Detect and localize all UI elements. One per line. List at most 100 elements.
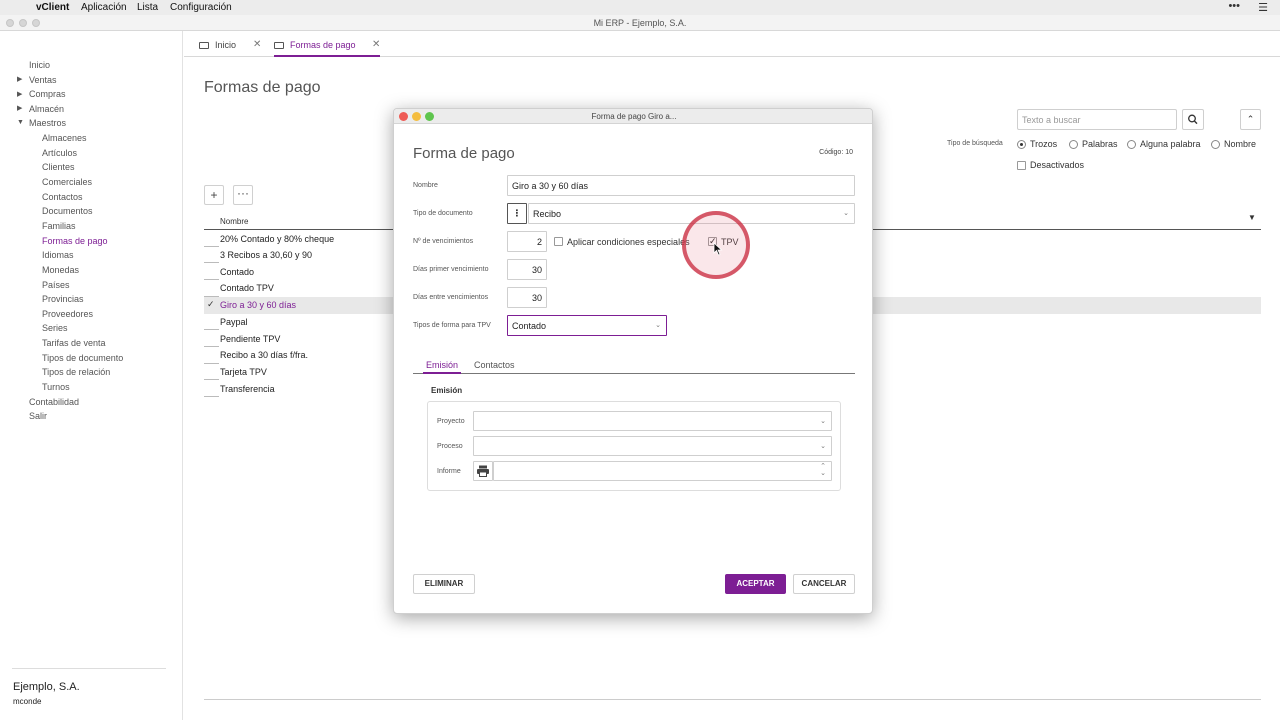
sort-icon[interactable]: ▼ [1248,213,1256,222]
nombre-field[interactable]: Giro a 30 y 60 días [507,175,855,196]
table-row-selected[interactable]: Giro a 30 y 60 días [220,300,296,310]
informe-select[interactable]: ⌃ ⌄ [493,461,832,481]
table-row[interactable]: Tarjeta TPV [220,367,267,377]
aceptar-button[interactable]: ACEPTAR [725,574,786,594]
aplicar-condiciones-checkbox[interactable] [554,237,563,246]
search-button[interactable] [1182,109,1204,130]
sidebar-item-contactos[interactable]: Contactos [42,192,83,202]
radio-alguna-palabra[interactable] [1127,140,1136,149]
user-name: mconde [13,697,42,706]
row-selector[interactable] [204,364,219,380]
tab-contactos[interactable]: Contactos [474,360,515,370]
more-options-button[interactable]: ··· [233,185,253,205]
row-selector[interactable] [204,263,219,280]
close-tab-icon[interactable]: ✕ [253,39,261,50]
menu-lista[interactable]: Lista [137,2,158,13]
sidebar-item-tarifas[interactable]: Tarifas de venta [42,338,106,348]
column-header-nombre[interactable]: Nombre [220,217,248,226]
print-button[interactable] [473,461,493,481]
row-selector[interactable] [204,314,219,330]
row-selector[interactable] [204,347,219,364]
sidebar-item-proveedores[interactable]: Proveedores [42,309,93,319]
close-tab-icon[interactable]: ✕ [372,39,380,50]
tipo-documento-label: Tipo de documento [413,210,473,217]
sidebar-item-series[interactable]: Series [42,323,68,333]
sidebar-item-documentos[interactable]: Documentos [42,206,93,216]
table-row[interactable]: Contado TPV [220,283,274,293]
sidebar-item-monedas[interactable]: Monedas [42,265,79,275]
table-row[interactable]: Pendiente TPV [220,334,280,344]
row-selector[interactable] [204,380,219,397]
sidebar-item-formas-de-pago[interactable]: Formas de pago [42,236,108,246]
sidebar-item-contabilidad[interactable]: Contabilidad [29,397,79,407]
sidebar-item-paises[interactable]: Países [42,280,70,290]
radio-label-palabras: Palabras [1082,139,1118,149]
tipos-forma-tpv-select[interactable]: Contado ⌄ [507,315,667,336]
proceso-select[interactable]: ⌄ [473,436,832,456]
sidebar-item-provincias[interactable]: Provincias [42,294,84,304]
sidebar-divider [12,668,166,669]
row-selector[interactable] [204,247,219,263]
dias-primer-vencimiento-field[interactable]: 30 [507,259,547,280]
sidebar-item-articulos[interactable]: Artículos [42,148,77,158]
sidebar-item-tipos-relacion[interactable]: Tipos de relación [42,367,110,377]
tab-inicio[interactable]: Inicio [199,40,236,50]
add-button[interactable]: + [204,185,224,205]
desactivados-checkbox[interactable] [1017,161,1026,170]
dialog-minimize-button[interactable] [412,112,421,121]
menu-configuracion[interactable]: Configuración [170,2,232,13]
proyecto-select[interactable]: ⌄ [473,411,832,431]
n-vencimientos-field[interactable]: 2 [507,231,547,252]
table-row[interactable]: Contado [220,267,254,277]
dialog-close-button[interactable] [399,112,408,121]
mouse-cursor-icon [713,242,723,256]
sidebar-item-almacenes[interactable]: Almacenes [42,133,87,143]
sidebar-item-tipos-documento[interactable]: Tipos de documento [42,353,123,363]
sidebar-item-turnos[interactable]: Turnos [42,382,70,392]
table-row[interactable]: Paypal [220,317,248,327]
radio-trozos[interactable] [1017,140,1026,149]
chevron-down-icon: ⌄ [843,210,849,217]
dias-entre-vencimientos-field[interactable]: 30 [507,287,547,308]
collapse-icon[interactable]: ▼ [17,119,24,126]
sidebar-item-idiomas[interactable]: Idiomas [42,250,74,260]
eliminar-button[interactable]: ELIMINAR [413,574,475,594]
zoom-window-button[interactable] [32,19,40,27]
sidebar-item-salir[interactable]: Salir [29,411,47,421]
cancelar-button[interactable]: CANCELAR [793,574,855,594]
row-selector[interactable] [204,230,219,247]
sidebar-item-maestros[interactable]: Maestros [29,118,66,128]
sidebar-item-compras[interactable]: Compras [29,89,66,99]
minimize-window-button[interactable] [19,19,27,27]
expand-icon[interactable]: ▶ [17,75,22,83]
search-input[interactable]: Texto a buscar [1017,109,1177,130]
expand-icon[interactable]: ▶ [17,104,22,112]
sidebar-item-familias[interactable]: Familias [42,221,76,231]
sidebar-item-clientes[interactable]: Clientes [42,162,75,172]
tab-emision[interactable]: Emisión [426,360,458,370]
menu-aplicacion[interactable]: Aplicación [81,2,127,13]
tab-label: Formas de pago [290,40,356,50]
row-selector[interactable] [204,330,219,347]
sidebar-item-inicio[interactable]: Inicio [29,60,50,70]
row-selector[interactable] [204,280,219,297]
sidebar-item-almacen[interactable]: Almacén [29,104,64,114]
sidebar-item-ventas[interactable]: Ventas [29,75,57,85]
collapse-up-button[interactable]: ⌃ [1240,109,1261,130]
table-row[interactable]: 3 Recibos a 30,60 y 90 [220,250,312,260]
table-row[interactable]: 20% Contado y 80% cheque [220,234,334,244]
table-row[interactable]: Recibo a 30 días f/fra. [220,350,308,360]
list-icon[interactable]: ☰ [1258,1,1268,14]
tipo-documento-menu-button[interactable]: ⋮ [507,203,527,224]
expand-icon[interactable]: ▶ [17,90,22,98]
tab-formas-de-pago[interactable]: Formas de pago [274,40,356,50]
radio-palabras[interactable] [1069,140,1078,149]
more-icon[interactable]: ••• [1228,0,1240,12]
sidebar-item-comerciales[interactable]: Comerciales [42,177,92,187]
radio-nombre[interactable] [1211,140,1220,149]
proyecto-label: Proyecto [437,418,465,425]
close-window-button[interactable] [6,19,14,27]
app-menu[interactable]: vClient [36,2,69,13]
dialog-zoom-button[interactable] [425,112,434,121]
table-row[interactable]: Transferencia [220,384,275,394]
